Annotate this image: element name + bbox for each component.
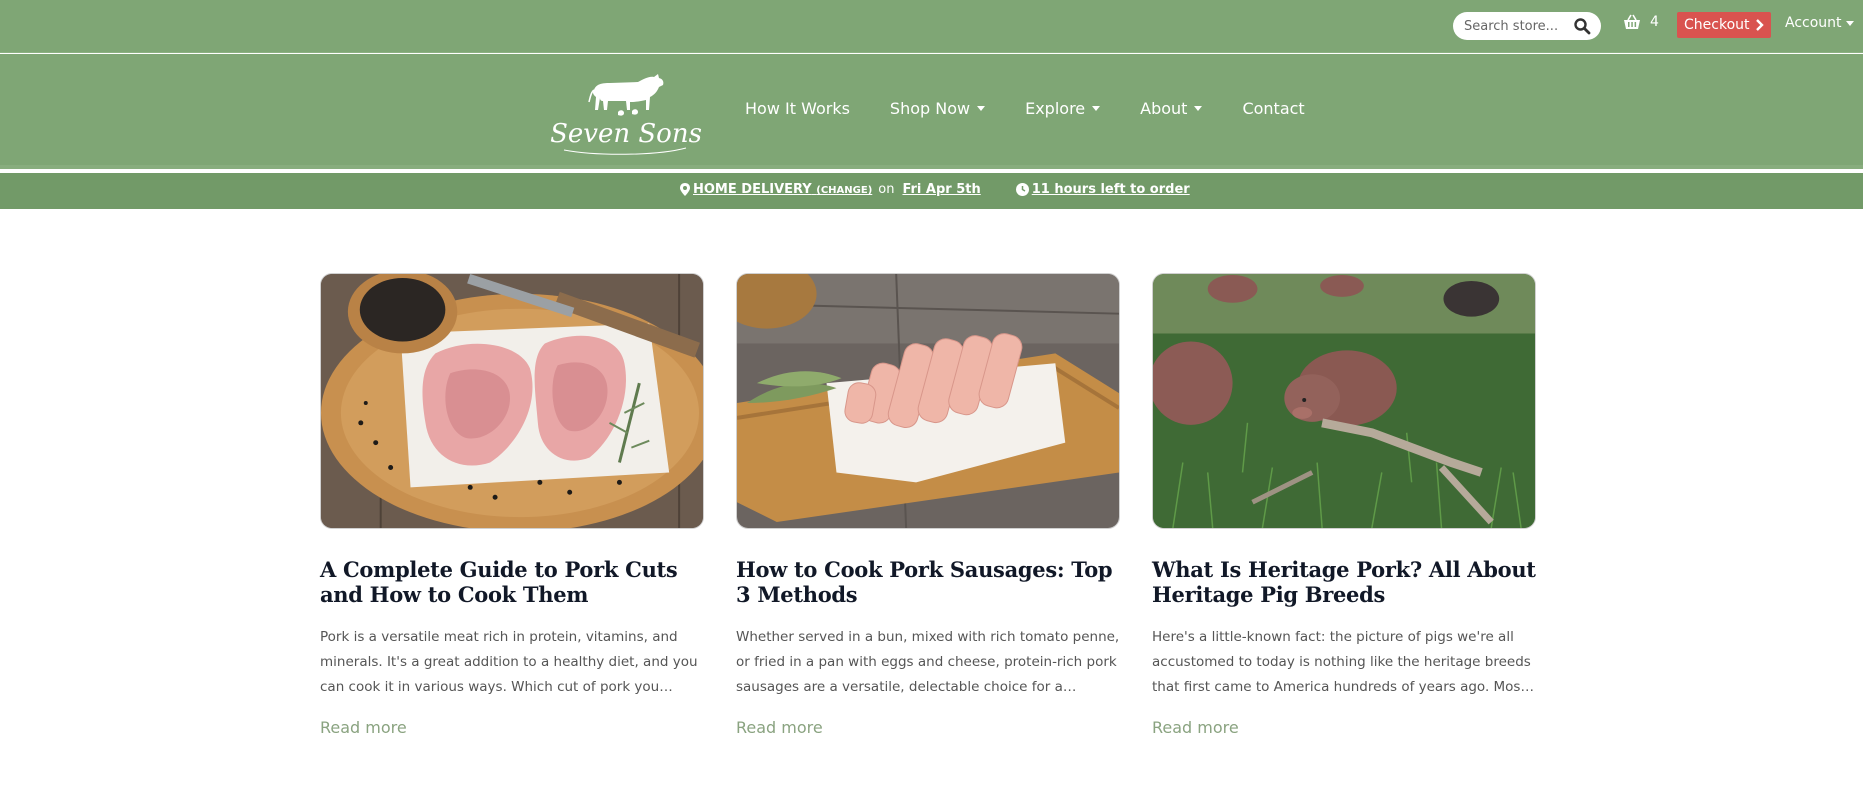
search-input[interactable] [1464, 18, 1564, 34]
account-menu[interactable]: Account [1785, 15, 1854, 31]
delivery-bar: HOME DELIVERY (CHANGE) on Fri Apr 5th 11… [0, 173, 1863, 209]
article-title[interactable]: What Is Heritage Pork? All About Heritag… [1152, 557, 1536, 607]
account-label: Account [1785, 15, 1842, 31]
delivery-date-link[interactable]: Fri Apr 5th [902, 182, 980, 197]
checkout-label: Checkout [1684, 17, 1750, 33]
article-title[interactable]: How to Cook Pork Sausages: Top 3 Methods [736, 557, 1120, 607]
article-excerpt: Whether served in a bun, mixed with rich… [736, 629, 1120, 695]
logo-text: Seven Sons [550, 119, 702, 149]
nav-label: How It Works [745, 98, 850, 118]
caret-down-icon [1194, 105, 1203, 111]
caret-down-icon [1092, 105, 1101, 111]
nav-explore[interactable]: Explore [1025, 98, 1101, 118]
main-header: Seven Sons How It Works Shop Now Explore… [0, 54, 1863, 169]
nav-contact[interactable]: Contact [1242, 99, 1304, 118]
cart-button[interactable]: 4 [1623, 14, 1659, 30]
on-label: on [878, 182, 895, 197]
delivery-method: HOME DELIVERY [693, 182, 812, 197]
main-nav: How It Works Shop Now Explore About Cont… [745, 54, 1345, 162]
article-card: How to Cook Pork Sausages: Top 3 Methods… [736, 273, 1120, 738]
article-title[interactable]: A Complete Guide to Pork Cuts and How to… [320, 557, 704, 607]
read-more-link[interactable]: Read more [320, 718, 407, 737]
nav-how-it-works[interactable]: How It Works [745, 99, 850, 118]
caret-down-icon [977, 105, 986, 111]
article-card: What Is Heritage Pork? All About Heritag… [1152, 273, 1536, 738]
basket-icon [1624, 14, 1640, 29]
top-utility-bar: 4 Checkout Account [0, 0, 1863, 53]
nav-label: Shop Now [889, 98, 971, 118]
change-delivery-link[interactable]: (CHANGE) [816, 185, 872, 196]
nav-shop-now[interactable]: Shop Now [889, 98, 986, 118]
article-image-heritage-pigs[interactable] [1152, 273, 1536, 529]
checkout-button[interactable]: Checkout [1677, 12, 1771, 38]
clock-icon [1015, 183, 1029, 196]
chevron-right-icon [1755, 19, 1764, 31]
read-more-link[interactable]: Read more [1152, 718, 1239, 737]
article-image-pork-cuts[interactable] [320, 273, 704, 529]
article-excerpt: Here's a little-known fact: the picture … [1152, 629, 1531, 695]
article-excerpt: Pork is a versatile meat rich in protein… [320, 629, 698, 695]
nav-label: About [1140, 98, 1188, 118]
delivery-method-link[interactable]: HOME DELIVERY (CHANGE) [693, 182, 872, 197]
search-icon[interactable] [1573, 17, 1591, 35]
time-left-link[interactable]: 11 hours left to order [1032, 182, 1190, 197]
nav-about[interactable]: About [1140, 98, 1203, 118]
article-card: A Complete Guide to Pork Cuts and How to… [320, 273, 704, 738]
read-more-link[interactable]: Read more [736, 718, 823, 737]
seven-sons-logo[interactable]: Seven Sons [546, 70, 706, 158]
nav-label: Explore [1025, 98, 1086, 118]
search-box[interactable] [1453, 12, 1601, 40]
article-image-sausages[interactable] [736, 273, 1120, 529]
nav-label: Contact [1242, 98, 1305, 118]
map-pin-icon [680, 183, 690, 196]
cart-count: 4 [1650, 14, 1659, 30]
caret-down-icon [1845, 20, 1854, 26]
